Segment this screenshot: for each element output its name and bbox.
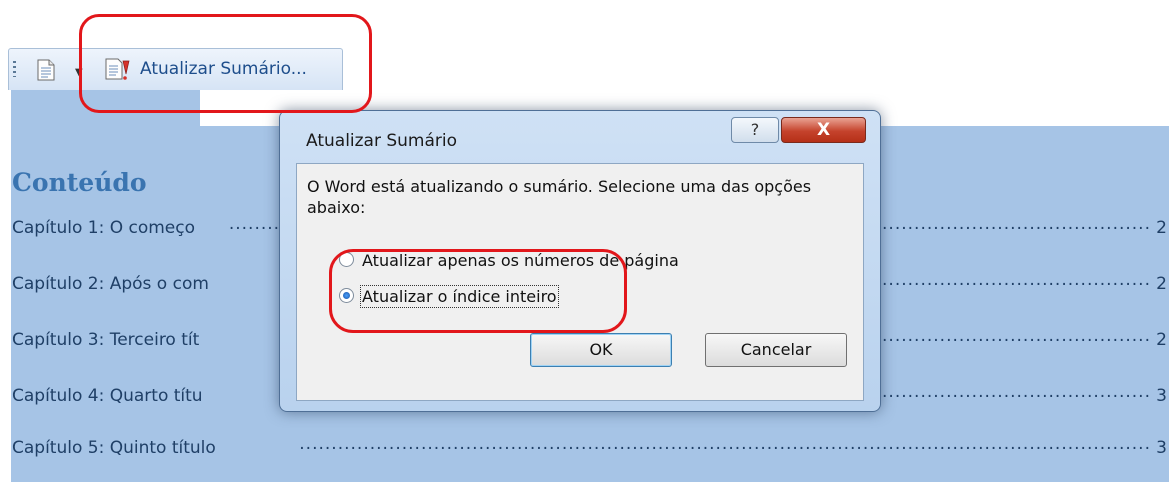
toc-entry-page: 3 [1156, 386, 1167, 406]
help-icon: ? [750, 120, 760, 139]
ok-button[interactable]: OK [530, 333, 672, 367]
toc-entry-page: 3 [1156, 438, 1167, 458]
toc-heading: Conteúdo [12, 168, 147, 197]
document-icon[interactable] [37, 59, 55, 81]
toc-entry-title: Capítulo 3: Terceiro tít [12, 330, 200, 350]
dialog-message: O Word está atualizando o sumário. Selec… [307, 177, 812, 217]
highlight-update-toc [79, 14, 372, 113]
toc-entry-title: Capítulo 4: Quarto títu [12, 386, 203, 406]
close-icon: X [816, 120, 831, 140]
toc-entry-title: Capítulo 5: Quinto título [12, 438, 216, 458]
toc-entry-title: Capítulo 2: Após o com [12, 274, 209, 294]
close-button[interactable]: X [781, 117, 866, 143]
toc-leader: ........................................… [299, 434, 1151, 454]
dialog-title: Atualizar Sumário [306, 131, 458, 151]
toc-entry-page: 2 [1156, 330, 1167, 350]
page-margin [8, 90, 11, 482]
toc-entry-page: 2 [1156, 218, 1167, 238]
toc-entry-title: Capítulo 1: O começo [12, 218, 196, 238]
highlight-entire-table-option [329, 249, 627, 333]
toc-entry[interactable]: Capítulo 5: Quinto título ..............… [12, 434, 1167, 462]
help-button[interactable]: ? [731, 117, 779, 143]
cancel-button[interactable]: Cancelar [705, 333, 847, 367]
toc-entry-page: 2 [1156, 274, 1167, 294]
grip-handle[interactable] [13, 61, 16, 77]
